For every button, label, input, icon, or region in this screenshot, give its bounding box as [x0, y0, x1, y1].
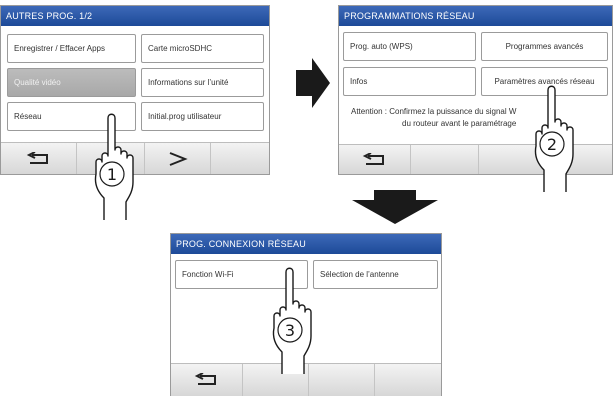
- empty-slot: [211, 143, 271, 174]
- back-button[interactable]: [1, 143, 77, 174]
- back-button[interactable]: [339, 145, 411, 174]
- next-button[interactable]: [145, 143, 211, 174]
- empty-slot: [547, 145, 614, 174]
- video-quality-button[interactable]: Qualité vidéo: [7, 68, 136, 97]
- screen-network-settings: PROGRAMMATIONS RÉSEAU Prog. auto (WPS) P…: [338, 5, 613, 175]
- flow-arrow-right: [296, 58, 330, 108]
- back-button[interactable]: [171, 364, 243, 396]
- wifi-function-button[interactable]: Fonction Wi-Fi: [175, 260, 308, 289]
- advanced-network-settings-button[interactable]: Paramètres avancés réseau: [481, 67, 608, 96]
- back-arrow-icon: [194, 373, 216, 385]
- attention-line-1: Attention : Confirmez la puissance du si…: [351, 107, 517, 116]
- empty-slot: [479, 145, 547, 174]
- empty-slot: [77, 143, 145, 174]
- advanced-programs-button[interactable]: Programmes avancés: [481, 32, 608, 61]
- attention-line-2: du routeur avant le paramétrage: [402, 119, 517, 128]
- init-user-settings-button[interactable]: Initial.prog utilisateur: [141, 102, 264, 131]
- antenna-selection-button[interactable]: Sélection de l’antenne: [313, 260, 438, 289]
- screen-other-settings: AUTRES PROG. 1/2 Enregistrer / Effacer A…: [0, 5, 270, 175]
- next-chevron-icon: [169, 151, 188, 166]
- screen-network-connection: PROG. CONNEXION RÉSEAU Fonction Wi-Fi Sé…: [170, 233, 442, 396]
- screen-title: PROG. CONNEXION RÉSEAU: [171, 234, 441, 254]
- back-arrow-icon: [362, 152, 384, 165]
- network-button[interactable]: Réseau: [7, 102, 136, 131]
- wps-auto-setup-button[interactable]: Prog. auto (WPS): [343, 32, 476, 61]
- empty-slot: [309, 364, 375, 396]
- bottom-bar: [339, 144, 612, 174]
- bottom-bar: [1, 142, 269, 174]
- microsd-card-button[interactable]: Carte microSDHC: [141, 34, 264, 63]
- unit-info-button[interactable]: Informations sur l’unité: [141, 68, 264, 97]
- back-arrow-icon: [26, 151, 48, 164]
- empty-slot: [375, 364, 443, 396]
- empty-slot: [243, 364, 309, 396]
- empty-slot: [411, 145, 479, 174]
- record-erase-apps-button[interactable]: Enregistrer / Effacer Apps: [7, 34, 136, 63]
- screen-title: AUTRES PROG. 1/2: [1, 6, 269, 26]
- screen-title: PROGRAMMATIONS RÉSEAU: [339, 6, 612, 26]
- info-button[interactable]: Infos: [343, 67, 476, 96]
- flow-arrow-down: [352, 190, 438, 224]
- bottom-bar: [171, 363, 441, 396]
